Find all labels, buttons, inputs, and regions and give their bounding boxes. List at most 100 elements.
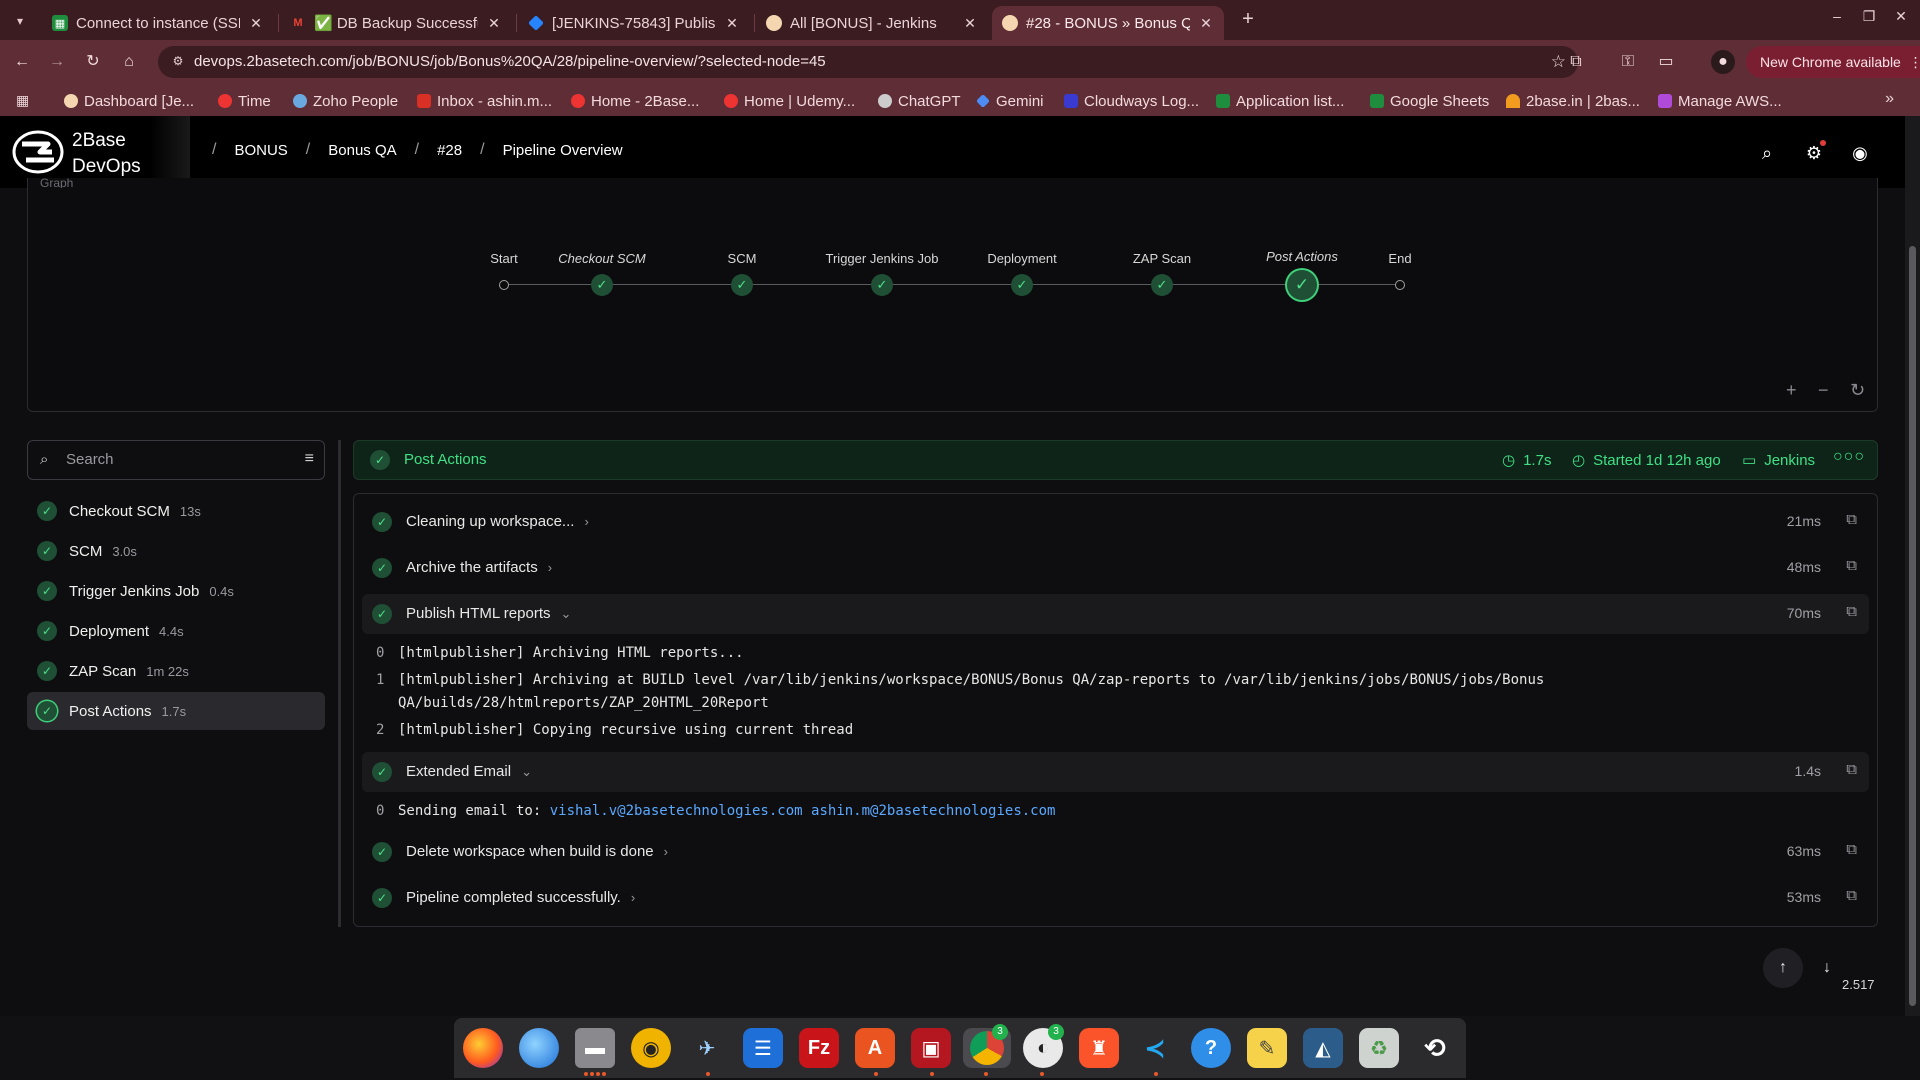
sidebar-stage-item[interactable]: ✓ Trigger Jenkins Job 0.4s <box>27 572 325 610</box>
page-scrollbar[interactable] <box>1905 116 1920 1016</box>
stage-success-check-icon[interactable]: ✓ <box>731 274 753 296</box>
bookmark-item[interactable]: Application list... <box>1216 90 1344 112</box>
graph-stage-label[interactable]: SCM <box>728 251 757 266</box>
sidebar-stage-item-selected[interactable]: ✓ Post Actions 1.7s <box>27 692 325 730</box>
stage-success-check-icon[interactable]: ✓ <box>591 274 613 296</box>
minimize-window-icon[interactable]: – <box>1825 8 1849 24</box>
bookmark-item[interactable]: Cloudways Log... <box>1064 90 1199 112</box>
jenkins-version[interactable]: 2.517 <box>1842 977 1875 992</box>
scrollbar-thumb[interactable] <box>1909 246 1916 1006</box>
filter-icon[interactable]: ≡ <box>305 450 314 468</box>
stage-success-check-icon[interactable]: ✓ <box>1151 274 1173 296</box>
close-tab-icon[interactable]: ✕ <box>248 15 264 32</box>
site-info-icon[interactable]: ⚙ <box>170 54 186 70</box>
step-row[interactable]: ✓ Delete workspace when build is done › 6… <box>362 832 1869 872</box>
bookmark-item[interactable]: Home - 2Base... <box>571 90 699 112</box>
text-editor-icon[interactable]: ✎ <box>1247 1028 1287 1068</box>
sidebar-stage-item[interactable]: ✓ SCM 3.0s <box>27 532 325 570</box>
bookmark-item[interactable]: Home | Udemy... <box>724 90 855 112</box>
tab-search-chevron-icon[interactable]: ▾ <box>8 9 32 33</box>
stage-search-input[interactable] <box>66 451 276 468</box>
bookmark-item[interactable]: Inbox - ashin.m... <box>417 90 552 112</box>
graph-stage-label[interactable]: Deployment <box>987 251 1056 266</box>
step-row[interactable]: ✓ Pipeline completed successfully. › 53ms… <box>362 878 1869 918</box>
2base-logo-icon[interactable] <box>12 130 64 174</box>
browser-tab[interactable]: M ✅ DB Backup Successful ✕ <box>280 6 512 40</box>
password-key-icon[interactable]: ⚿ <box>1616 50 1640 74</box>
ubuntu-icon[interactable]: ⟲ <box>1415 1028 1455 1068</box>
profile-avatar-icon[interactable]: ● <box>1711 50 1735 74</box>
sidebar-stage-item[interactable]: ✓ ZAP Scan 1m 22s <box>27 652 325 690</box>
breadcrumb-pipeline-overview[interactable]: Pipeline Overview <box>503 142 623 159</box>
vscode-icon[interactable]: ≺ <box>1135 1028 1175 1068</box>
bookmark-item[interactable]: Gemini <box>976 90 1044 112</box>
trash-icon[interactable]: ♻ <box>1359 1028 1399 1068</box>
breadcrumb-bonus[interactable]: BONUS <box>234 142 287 159</box>
step-row[interactable]: ✓ Archive the artifacts › 48ms ⧉ <box>362 548 1869 588</box>
address-url[interactable]: devops.2basetech.com/job/BONUS/job/Bonus… <box>194 53 826 70</box>
selected-stage-check-icon[interactable]: ✓ <box>1287 270 1317 300</box>
new-chrome-available-button[interactable]: New Chrome available ⋮ <box>1746 46 1920 78</box>
search-icon[interactable]: ⌕ <box>1756 142 1778 164</box>
stage-success-check-icon[interactable]: ✓ <box>871 274 893 296</box>
bookmark-item[interactable]: Zoho People <box>293 90 398 112</box>
help-icon[interactable]: ? <box>1191 1028 1231 1068</box>
bookmark-item[interactable]: Time <box>218 90 271 112</box>
email-link[interactable]: vishal.v@2basetechnologies.com <box>550 803 803 819</box>
more-bookmarks-chevron-icon[interactable]: » <box>1885 90 1894 108</box>
new-tab-plus-icon[interactable]: + <box>1236 8 1260 32</box>
firefox-icon[interactable] <box>463 1028 503 1068</box>
apps-grid-icon[interactable]: ▦ <box>16 92 29 109</box>
graph-stage-label[interactable]: ZAP Scan <box>1133 251 1191 266</box>
browser-tab[interactable]: ▦ Connect to instance (SSH ✕ <box>42 6 274 40</box>
stage-success-check-icon[interactable]: ✓ <box>1011 274 1033 296</box>
back-arrow-icon[interactable]: ← <box>10 50 34 74</box>
reload-icon[interactable]: ↻ <box>81 50 105 74</box>
terminal-icon[interactable]: ▣ <box>911 1028 951 1068</box>
address-bar[interactable]: ⚙ devops.2basetech.com/job/BONUS/job/Bon… <box>158 46 1578 78</box>
open-external-icon[interactable]: ⧉ <box>1846 761 1857 778</box>
sidebar-stage-item[interactable]: ✓ Deployment 4.4s <box>27 612 325 650</box>
bookmark-item[interactable]: Dashboard [Je... <box>64 90 194 112</box>
open-external-icon[interactable]: ⧉ <box>1846 603 1857 620</box>
postman-icon[interactable]: ✈ <box>687 1028 727 1068</box>
reset-zoom-icon[interactable]: ↻ <box>1850 380 1865 401</box>
close-tab-icon[interactable]: ✕ <box>486 15 502 32</box>
bookmark-item[interactable]: ChatGPT <box>878 90 961 112</box>
open-external-icon[interactable]: ⧉ <box>1846 887 1857 904</box>
email-link[interactable]: ashin.m@2basetechnologies.com <box>811 803 1055 819</box>
bookmark-item[interactable]: 2base.in | 2bas... <box>1506 90 1640 112</box>
close-window-icon[interactable]: ✕ <box>1889 8 1913 25</box>
scroll-up-arrow-icon[interactable]: ↑ <box>1763 948 1803 988</box>
filezilla-icon[interactable]: Fz <box>799 1028 839 1068</box>
bookmark-item[interactable]: Google Sheets <box>1370 90 1489 112</box>
app-center-icon[interactable]: A <box>855 1028 895 1068</box>
browser-tab-active[interactable]: #28 - BONUS » Bonus QA ✕ <box>992 6 1224 40</box>
graph-stage-label[interactable]: Post Actions <box>1266 249 1338 264</box>
graph-stage-label[interactable]: Trigger Jenkins Job <box>826 251 939 266</box>
rhythmbox-icon[interactable]: ◉ <box>631 1028 671 1068</box>
tab-cast-icon[interactable]: ▭ <box>1654 50 1678 74</box>
browser-tab[interactable]: [JENKINS-75843] Publish ✕ <box>518 6 750 40</box>
brave-icon[interactable]: ♜ <box>1079 1028 1119 1068</box>
maximize-window-icon[interactable]: ❐ <box>1857 8 1881 25</box>
breadcrumb-bonus-qa[interactable]: Bonus QA <box>328 142 396 159</box>
extensions-puzzle-icon[interactable]: ⧉ <box>1564 50 1588 74</box>
scroll-down-arrow-icon[interactable]: ↓ <box>1807 948 1847 988</box>
brand-name[interactable]: 2Base DevOps <box>72 128 141 180</box>
panel-resize-divider[interactable] <box>338 440 341 927</box>
sidebar-stage-item[interactable]: ✓ Checkout SCM 13s <box>27 492 325 530</box>
zoom-out-minus-icon[interactable]: − <box>1818 380 1829 401</box>
graph-stage-label[interactable]: Checkout SCM <box>558 251 645 266</box>
files-icon[interactable]: ▬ <box>575 1028 615 1068</box>
mysql-workbench-icon[interactable]: ◭ <box>1303 1028 1343 1068</box>
close-tab-icon[interactable]: ✕ <box>1198 15 1214 32</box>
step-row[interactable]: ✓ Cleaning up workspace... › 21ms ⧉ <box>362 502 1869 542</box>
open-external-icon[interactable]: ⧉ <box>1846 841 1857 858</box>
user-account-icon[interactable]: ◉ <box>1849 142 1871 164</box>
open-external-icon[interactable]: ⧉ <box>1846 511 1857 528</box>
step-row-expanded[interactable]: ✓ Extended Email ⌄ 1.4s ⧉ <box>362 752 1869 792</box>
close-tab-icon[interactable]: ✕ <box>962 15 978 32</box>
zoom-in-plus-icon[interactable]: + <box>1786 380 1797 401</box>
home-icon[interactable]: ⌂ <box>117 50 141 74</box>
